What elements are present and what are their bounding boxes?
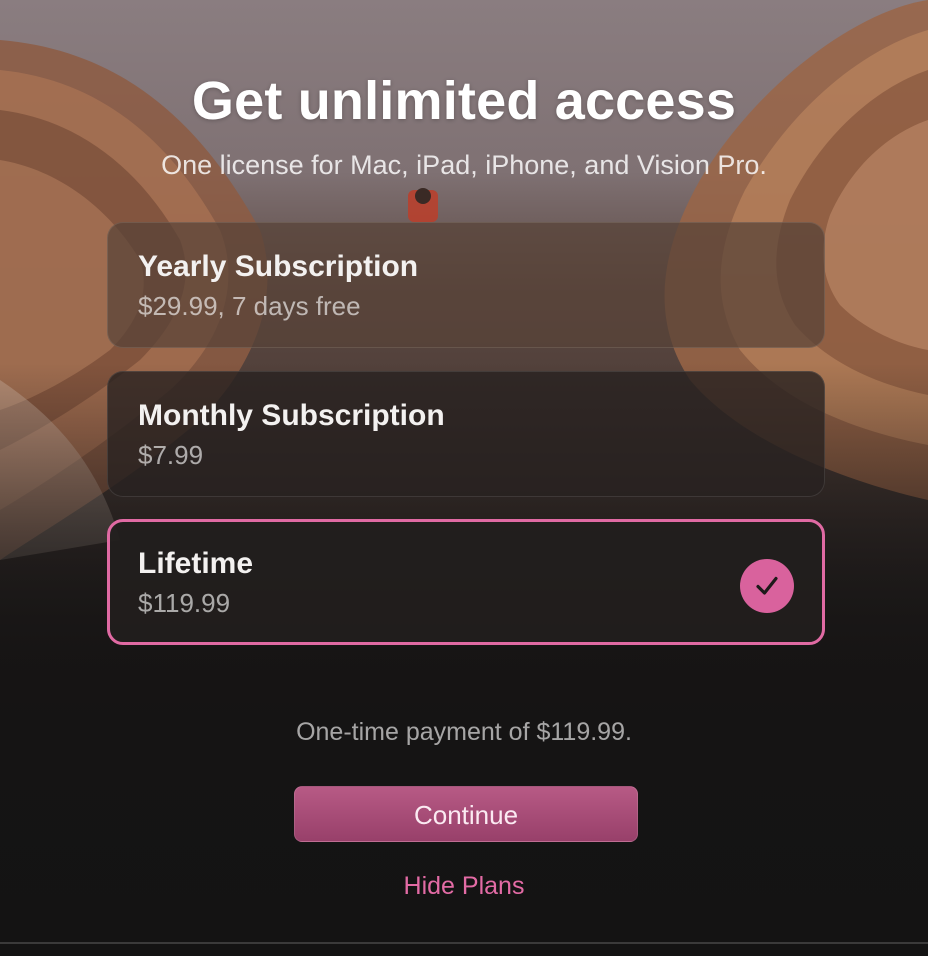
plan-option-lifetime[interactable]: Lifetime $119.99 xyxy=(107,519,825,645)
page-title: Get unlimited access xyxy=(191,71,737,131)
checkmark-glyph xyxy=(756,576,778,595)
paywall-screen: Get unlimited access One license for Mac… xyxy=(0,0,928,956)
plan-price: $7.99 xyxy=(138,440,204,470)
plan-price: $29.99, 7 days free xyxy=(138,291,361,321)
bottom-divider xyxy=(0,942,928,944)
plan-option-monthly[interactable]: Monthly Subscription $7.99 xyxy=(107,371,825,497)
plan-name: Lifetime xyxy=(138,547,254,580)
page-subtitle: One license for Mac, iPad, iPhone, and V… xyxy=(161,150,767,180)
plan-name: Yearly Subscription xyxy=(138,250,419,283)
plan-name: Monthly Subscription xyxy=(138,399,445,432)
hide-plans-link[interactable]: Hide Plans xyxy=(0,872,928,901)
checkmark-icon xyxy=(740,559,794,613)
plan-option-yearly[interactable]: Yearly Subscription $29.99, 7 days free xyxy=(107,222,825,348)
plan-price: $119.99 xyxy=(138,588,231,618)
payment-note: One-time payment of $119.99. xyxy=(296,718,632,746)
continue-button[interactable]: Continue xyxy=(294,786,638,842)
